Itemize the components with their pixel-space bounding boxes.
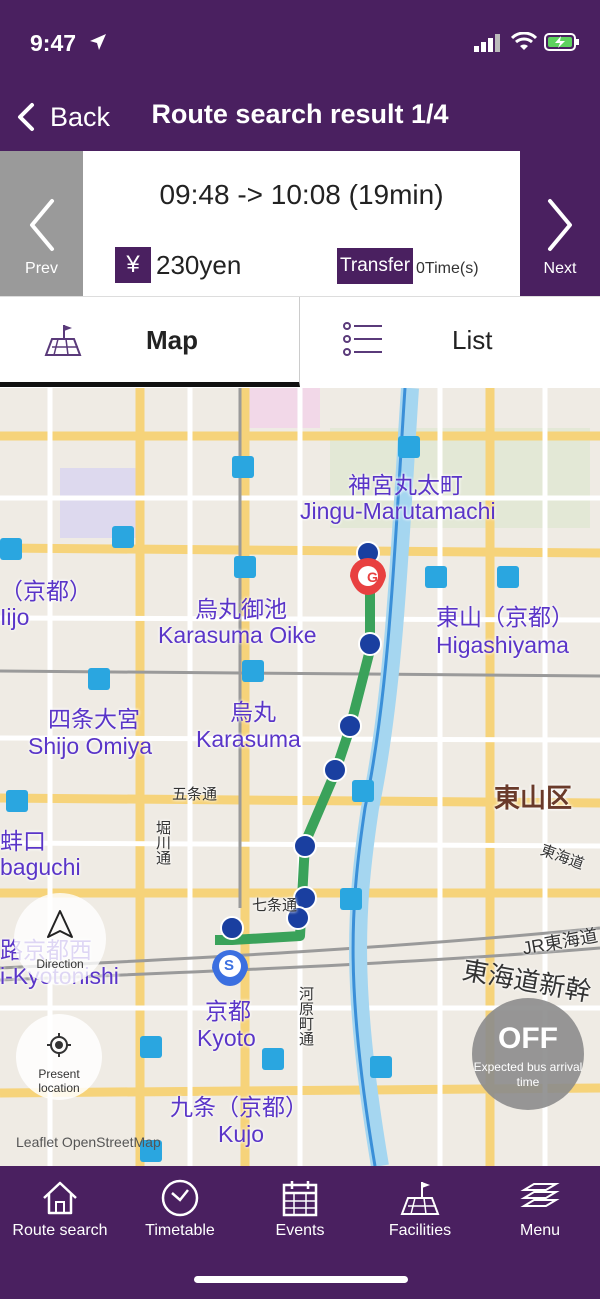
tab-map[interactable]: Map — [0, 297, 300, 387]
map-label-shijo-omiya-jp: 四条大宮 — [48, 706, 140, 732]
tab-menu-label: Menu — [519, 1222, 561, 1239]
calendar-icon — [282, 1181, 318, 1217]
nav-bar: Route search result 1/4 Back — [0, 85, 600, 151]
home-indicator[interactable] — [194, 1276, 408, 1283]
map-label-kyoto-left-jp: （京都） — [0, 578, 92, 604]
map-label-shijo-omiya-en: Shijo Omiya — [28, 733, 152, 759]
prev-label: Prev — [25, 260, 58, 277]
crosshair-icon — [47, 1033, 71, 1057]
map-icon — [44, 325, 82, 356]
time-range: 09:48 -> 10:08 (19min) — [159, 179, 444, 210]
bottom-tab-bar: Route search Timetable Events Facilities — [0, 1166, 600, 1299]
tab-list-label: List — [452, 325, 493, 355]
back-button[interactable]: Back — [12, 97, 110, 137]
tab-events-label: Events — [275, 1222, 325, 1239]
map-label-gojo-dori: 五条通 — [172, 786, 218, 803]
bus-arrival-caption: Expected bus arrival time — [473, 1060, 583, 1089]
map-label-jingu-jp: 神宮丸太町 — [348, 472, 463, 498]
map-label-horikawa: 堀川通 — [154, 820, 171, 865]
fare-value: 230yen — [156, 250, 242, 280]
map-label-ijo: Iijo — [0, 604, 30, 630]
map-label-karasuma-oike-en: Karasuma Oike — [158, 622, 317, 648]
route-summary: Prev 09:48 -> 10:08 (19min) ¥ 230yen Tra… — [0, 151, 600, 296]
tab-facilities-label: Facilities — [388, 1222, 452, 1239]
compass-arrow-icon — [47, 910, 73, 938]
status-time: 9:47 — [30, 30, 77, 56]
map-label-baguchi-jp: 蚌口 — [0, 828, 46, 854]
direction-label: Direction — [36, 957, 84, 971]
wifi-icon — [511, 32, 537, 50]
layers-icon — [520, 1183, 560, 1207]
bus-arrival-toggle[interactable]: OFF Expected bus arrival time — [472, 998, 584, 1110]
map-label-higashiyama-ku: 東山区 — [494, 783, 573, 813]
bus-arrival-state: OFF — [498, 1022, 558, 1055]
transfer-count: 0Time(s) — [416, 260, 479, 277]
map-label-kyoto-jp: 京都 — [205, 998, 251, 1024]
tab-events[interactable]: Events — [240, 1178, 360, 1250]
map-label-kujo-en: Kujo — [218, 1121, 265, 1147]
map-label-kujo-jp: 九条（京都） — [170, 1094, 308, 1120]
chevron-left-icon — [29, 199, 54, 251]
list-icon — [343, 322, 382, 356]
map-label-kawaramachi: 河原町通 — [297, 986, 314, 1046]
tab-timetable[interactable]: Timetable — [120, 1178, 240, 1250]
home-icon — [43, 1181, 77, 1215]
map-label-jingu-en: Jingu-Marutamachi — [300, 498, 496, 524]
tab-menu[interactable]: Menu — [480, 1178, 600, 1250]
map-label-karasuma-oike-jp: 烏丸御池 — [195, 596, 287, 622]
prev-route-button[interactable]: Prev — [0, 151, 83, 296]
map-label-baguchi-en: baguchi — [0, 854, 81, 880]
tab-map-label: Map — [146, 325, 198, 355]
present-location-button[interactable]: Present location — [16, 1014, 102, 1100]
chevron-right-icon — [548, 199, 572, 251]
next-label: Next — [543, 260, 577, 277]
tab-route-search[interactable]: Route search — [0, 1178, 120, 1250]
map-facilities-icon — [400, 1182, 440, 1215]
yen-icon: ¥ — [115, 247, 151, 283]
back-label: Back — [50, 101, 111, 132]
tab-route-search-label: Route search — [12, 1222, 108, 1239]
next-route-button[interactable]: Next — [520, 151, 600, 296]
clock-icon — [161, 1179, 199, 1217]
map-label-shichijo: 七条通 — [252, 897, 298, 914]
direction-button[interactable]: Direction — [14, 893, 106, 985]
chevron-left-icon — [18, 103, 34, 131]
status-bar: 9:47 — [0, 0, 600, 85]
map-label-karasuma-jp: 烏丸 — [230, 699, 276, 725]
transfer-badge: Transfer — [337, 248, 414, 284]
map-attribution[interactable]: Leaflet OpenStreetMap — [16, 1134, 161, 1150]
route-map[interactable]: G S 神宮丸太町 Jingu-Marutamachi （京都） Iijo 烏丸… — [0, 388, 600, 1166]
signal-icon — [474, 34, 500, 52]
present-location-label: Present location — [38, 1067, 80, 1095]
tab-timetable-label: Timetable — [145, 1222, 215, 1239]
map-label-karasuma-en: Karasuma — [196, 726, 301, 752]
tab-list[interactable]: List — [300, 297, 600, 387]
map-label-kyoto-en: Kyoto — [197, 1025, 256, 1051]
location-arrow-icon — [90, 34, 106, 50]
goal-marker-label: G — [367, 569, 378, 585]
view-tabs: Map List — [0, 296, 600, 387]
start-marker-label: S — [224, 957, 235, 974]
battery-charging-icon — [544, 33, 579, 51]
tab-facilities[interactable]: Facilities — [360, 1178, 480, 1250]
map-label-higashiyama-jp: 東山（京都） — [436, 604, 574, 630]
map-label-higashiyama-en: Higashiyama — [436, 632, 569, 658]
